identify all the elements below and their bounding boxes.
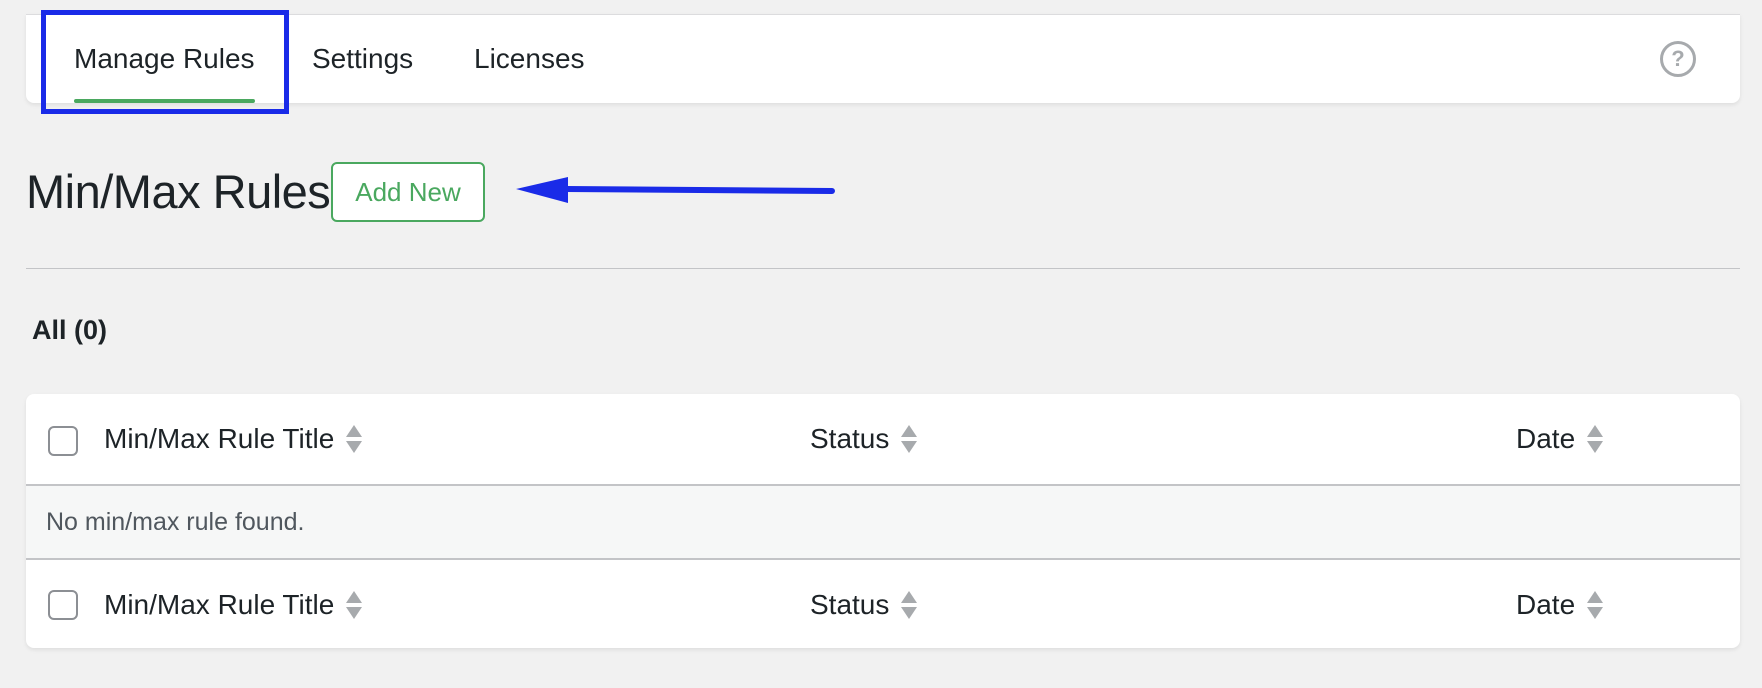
- column-footer-title[interactable]: Min/Max Rule Title: [104, 560, 363, 648]
- help-circle-icon[interactable]: ?: [1660, 41, 1696, 77]
- sort-icon: [901, 425, 918, 453]
- column-label: Min/Max Rule Title: [104, 423, 335, 454]
- column-footer-status[interactable]: Status: [810, 560, 918, 648]
- tab-licenses[interactable]: Licenses: [474, 15, 585, 103]
- column-label: Status: [810, 589, 890, 620]
- sort-icon: [346, 425, 363, 453]
- annotation-arrow: [516, 177, 835, 203]
- tab-label: Licenses: [474, 43, 585, 74]
- sort-icon: [1587, 425, 1604, 453]
- arrow-shaft: [563, 186, 835, 194]
- column-header-date[interactable]: Date: [1516, 394, 1604, 484]
- table-header-row: Min/Max Rule Title Status Date: [26, 394, 1740, 486]
- column-footer-date[interactable]: Date: [1516, 560, 1604, 648]
- sort-icon: [1587, 591, 1604, 619]
- empty-table-message: No min/max rule found.: [26, 486, 1740, 558]
- rules-table: Min/Max Rule Title Status Date No min/ma…: [26, 394, 1740, 648]
- tab-settings[interactable]: Settings: [312, 15, 413, 103]
- page-title: Min/Max Rules: [26, 165, 331, 218]
- filter-all-link[interactable]: All (0): [32, 315, 107, 346]
- arrow-head: [516, 177, 568, 203]
- column-label: Min/Max Rule Title: [104, 589, 335, 620]
- column-header-status[interactable]: Status: [810, 394, 918, 484]
- sort-icon: [901, 591, 918, 619]
- column-label: Date: [1516, 589, 1576, 620]
- annotation-highlight-box: [41, 10, 289, 114]
- select-all-checkbox[interactable]: [48, 426, 78, 456]
- column-label: Date: [1516, 423, 1576, 454]
- help-glyph: ?: [1671, 46, 1685, 71]
- tab-label: Settings: [312, 43, 414, 74]
- select-all-checkbox-footer[interactable]: [48, 590, 78, 620]
- section-divider: [26, 268, 1740, 269]
- add-new-button[interactable]: Add New: [331, 162, 485, 222]
- table-footer-row: Min/Max Rule Title Status Date: [26, 558, 1740, 648]
- sort-icon: [346, 591, 363, 619]
- column-header-title[interactable]: Min/Max Rule Title: [104, 394, 363, 484]
- column-label: Status: [810, 423, 890, 454]
